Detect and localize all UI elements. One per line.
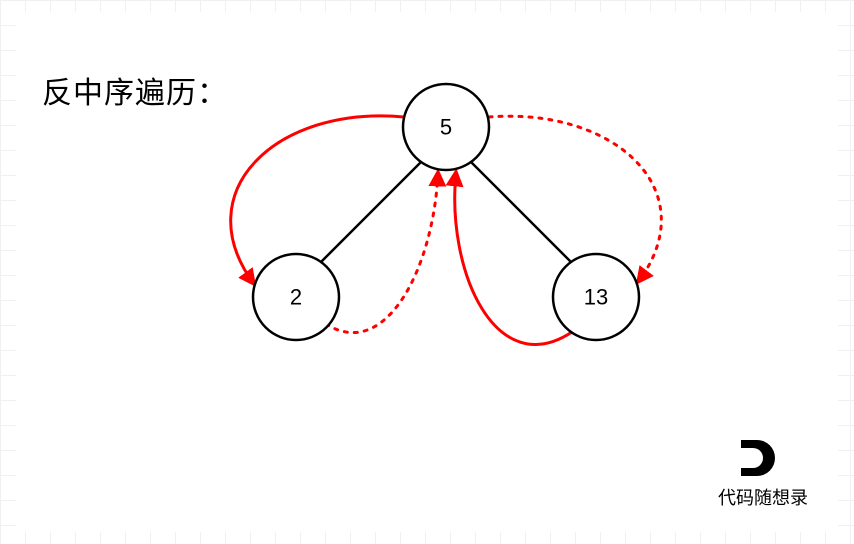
edge-root-right bbox=[471, 162, 571, 262]
traversal-arrow-left-to-root bbox=[326, 172, 438, 333]
tree-node-left: 2 bbox=[253, 254, 339, 340]
watermark-text: 代码随想录 bbox=[718, 484, 808, 510]
traversal-arrow-root-to-right bbox=[489, 116, 661, 282]
tree-node-right: 13 bbox=[553, 254, 639, 340]
watermark: 代码随想录 bbox=[718, 440, 808, 510]
node-label: 13 bbox=[584, 285, 608, 310]
tree-svg: 5 2 13 bbox=[16, 12, 838, 532]
node-label: 5 bbox=[440, 115, 452, 140]
node-label: 2 bbox=[290, 285, 302, 310]
tree-node-root: 5 bbox=[403, 84, 489, 170]
watermark-logo-icon bbox=[741, 440, 785, 480]
edge-root-left bbox=[321, 162, 421, 262]
diagram-canvas: 反中序遍历： 5 2 13 bbox=[16, 12, 838, 532]
traversal-arrow-right-to-root bbox=[455, 172, 572, 344]
